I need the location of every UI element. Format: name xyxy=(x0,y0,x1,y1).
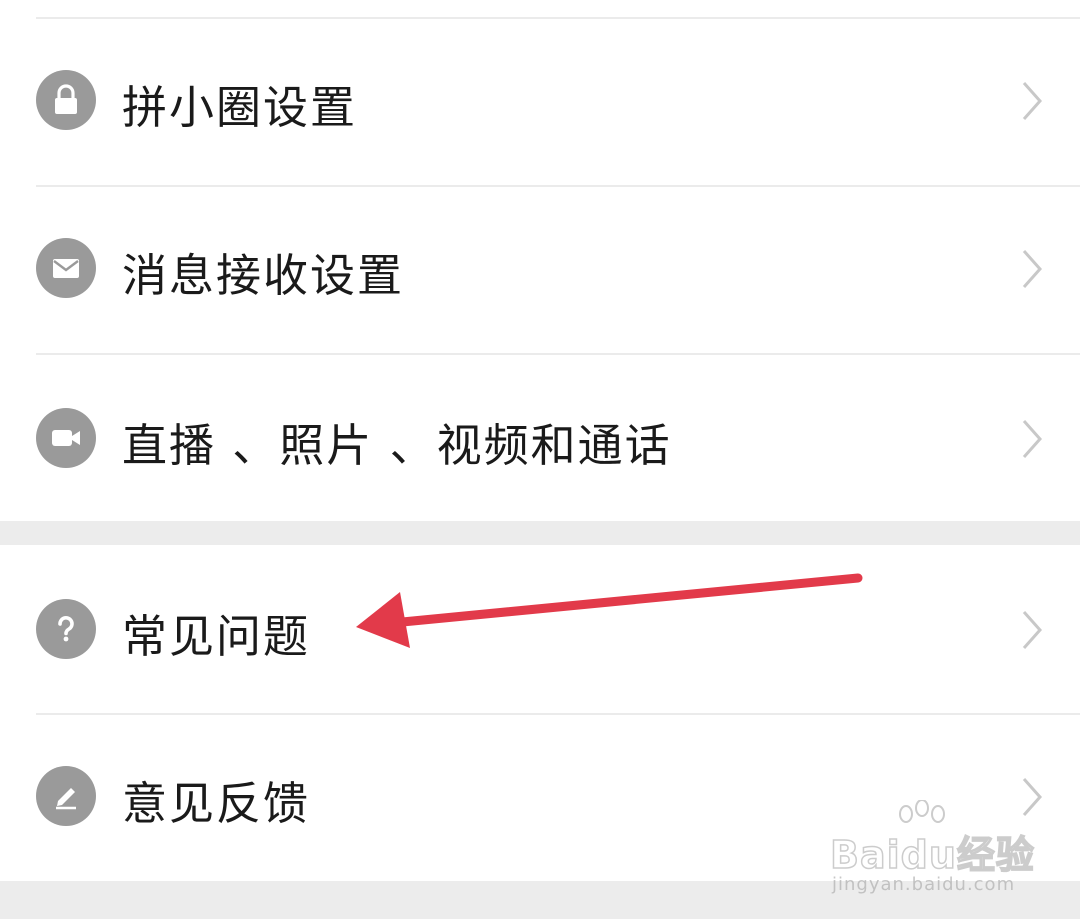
chevron-right-icon xyxy=(1022,611,1043,649)
settings-item-label: 直播 、照片 、视频和通话 xyxy=(122,419,672,472)
settings-item-feedback[interactable]: 意见反馈 xyxy=(0,714,1080,882)
settings-item-label: 意见反馈 xyxy=(122,777,311,830)
question-icon xyxy=(36,599,96,659)
settings-item-pinxiaoquan[interactable]: 拼小圈设置 xyxy=(0,18,1080,186)
video-camera-icon xyxy=(36,408,96,468)
settings-item-live-photo-video-call[interactable]: 直播 、照片 、视频和通话 xyxy=(0,354,1080,522)
chevron-right-icon xyxy=(1022,420,1043,458)
section-separator xyxy=(0,881,1080,919)
settings-item-message-receive[interactable]: 消息接收设置 xyxy=(0,186,1080,354)
settings-item-label: 常见问题 xyxy=(122,610,311,663)
chevron-right-icon xyxy=(1022,82,1043,120)
chevron-right-icon xyxy=(1022,778,1043,816)
chevron-right-icon xyxy=(1022,250,1043,288)
settings-item-faq[interactable]: 常见问题 xyxy=(0,545,1080,713)
section-separator xyxy=(0,521,1080,545)
settings-item-label: 拼小圈设置 xyxy=(122,81,358,134)
lock-icon xyxy=(36,70,96,130)
mail-icon xyxy=(36,238,96,298)
edit-pencil-icon xyxy=(36,766,96,826)
settings-item-label: 消息接收设置 xyxy=(122,249,405,302)
